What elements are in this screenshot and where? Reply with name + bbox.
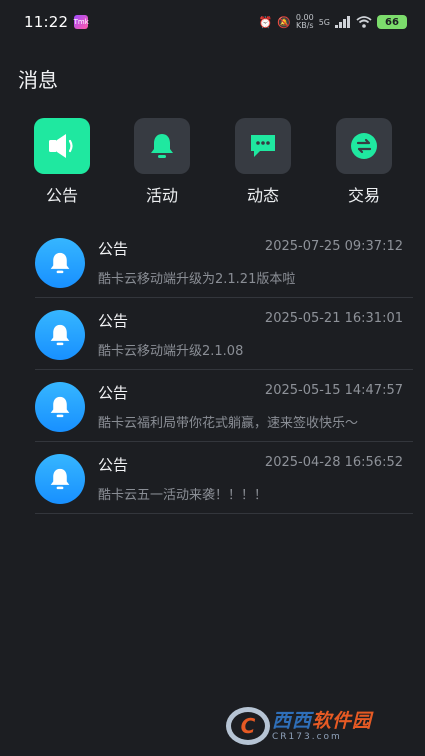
alarm-icon: ⏰ <box>258 15 273 29</box>
net-speed-unit: KB/s <box>295 21 314 30</box>
bell-icon <box>50 252 70 274</box>
message-text: 酷卡云福利局带你花式躺赢，速来签收快乐～ <box>98 416 359 431</box>
tab-trade[interactable]: 交易 <box>329 118 399 206</box>
message-item[interactable]: 公告 2025-07-25 09:37:12 酷卡云移动端升级为2.1.21版本… <box>35 226 413 298</box>
net-speed: 0.00 KB/s <box>296 14 314 30</box>
tab-feed-label: 动态 <box>246 186 279 205</box>
watermark-name: 西西软件园 <box>272 710 372 732</box>
bell-icon <box>151 134 173 158</box>
message-item[interactable]: 公告 2025-04-28 16:56:52 酷卡云五一活动来袭！！！！ <box>35 442 413 514</box>
announcement-avatar <box>35 382 85 432</box>
mute-icon: 🔕 <box>277 15 291 29</box>
message-item[interactable]: 公告 2025-05-15 14:47:57 酷卡云福利局带你花式躺赢，速来签收… <box>35 370 413 442</box>
tab-activity-label: 活动 <box>145 186 178 205</box>
message-title: 公告 <box>98 384 129 402</box>
category-tabs: 公告 活动 动态 交易 <box>0 118 425 206</box>
bell-icon <box>50 468 70 490</box>
message-text: 酷卡云五一活动来袭！！！！ <box>98 488 268 503</box>
app-notification-icon: Tmk <box>74 15 89 29</box>
chat-bubble-icon <box>251 135 275 157</box>
watermark-logo: C 西西软件园 CR173.com <box>226 706 406 746</box>
watermark-url: CR173.com <box>272 732 342 742</box>
tab-announcement[interactable]: 公告 <box>27 118 97 206</box>
status-time: 11:22 <box>24 13 69 31</box>
watermark-name-part1: 西西 <box>272 710 313 732</box>
watermark-letter: C <box>226 707 270 745</box>
announcement-avatar <box>35 238 85 288</box>
tab-feed-tile[interactable] <box>235 118 291 174</box>
tab-feed[interactable]: 动态 <box>228 118 298 206</box>
message-list: 公告 2025-07-25 09:37:12 酷卡云移动端升级为2.1.21版本… <box>35 226 413 514</box>
announcement-avatar <box>35 454 85 504</box>
tab-announcement-label: 公告 <box>45 186 78 205</box>
tab-trade-tile[interactable] <box>336 118 392 174</box>
message-title: 公告 <box>98 456 129 474</box>
tab-activity[interactable]: 活动 <box>127 118 197 206</box>
speaker-icon <box>49 134 73 158</box>
wifi-icon <box>356 16 372 28</box>
message-time: 2025-05-21 16:31:01 <box>264 311 403 326</box>
battery-icon: 66 <box>377 15 407 29</box>
message-time: 2025-07-25 09:37:12 <box>264 239 403 254</box>
page-title: 消息 <box>18 68 58 92</box>
message-text: 酷卡云移动端升级2.1.08 <box>98 344 244 359</box>
signal-icon <box>335 16 350 28</box>
message-title: 公告 <box>98 312 129 330</box>
status-bar: 11:22 Tmk ⏰ 🔕 0.00 KB/s 5G 66 <box>0 0 425 44</box>
tab-activity-tile[interactable] <box>134 118 190 174</box>
message-time: 2025-04-28 16:56:52 <box>264 455 403 470</box>
watermark-name-part2: 软件园 <box>312 710 373 732</box>
message-item[interactable]: 公告 2025-05-21 16:31:01 酷卡云移动端升级2.1.08 <box>35 298 413 370</box>
exchange-icon <box>351 133 377 159</box>
bell-icon <box>50 324 70 346</box>
bell-icon <box>50 396 70 418</box>
signal-label: 5G <box>318 17 330 27</box>
message-text: 酷卡云移动端升级为2.1.21版本啦 <box>98 272 296 287</box>
tab-trade-label: 交易 <box>347 186 380 205</box>
message-time: 2025-05-15 14:47:57 <box>264 383 403 398</box>
message-title: 公告 <box>98 240 129 258</box>
tab-announcement-tile[interactable] <box>34 118 90 174</box>
announcement-avatar <box>35 310 85 360</box>
